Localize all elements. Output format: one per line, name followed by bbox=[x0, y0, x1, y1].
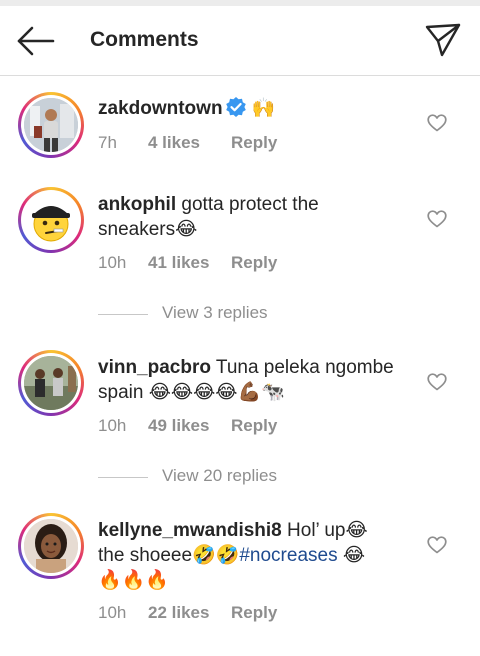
divider bbox=[98, 314, 148, 315]
comment-likes[interactable]: 41 likes bbox=[148, 253, 209, 273]
comment-likes[interactable]: 4 likes bbox=[148, 133, 200, 153]
avatar[interactable] bbox=[18, 513, 84, 579]
avatar[interactable] bbox=[18, 187, 84, 253]
comment-emoji: 🤣🤣 bbox=[192, 544, 240, 566]
hashtag-link[interactable]: #nocreases bbox=[239, 545, 337, 566]
reply-button[interactable]: Reply bbox=[231, 253, 277, 273]
divider bbox=[98, 477, 148, 478]
heart-icon[interactable] bbox=[427, 536, 447, 554]
comment-emoji: 😂 bbox=[345, 519, 368, 541]
comments-header: Comments bbox=[0, 6, 480, 76]
comment-likes[interactable]: 49 likes bbox=[148, 416, 209, 436]
view-replies-label[interactable]: View 20 replies bbox=[162, 466, 277, 486]
heart-icon[interactable] bbox=[427, 373, 447, 391]
comment-username[interactable]: kellyne_mwandishi8 bbox=[98, 520, 282, 541]
comment-username[interactable]: ankophil bbox=[98, 194, 176, 215]
comment-emoji: 😂😂😂😂💪🏾🐄 bbox=[148, 381, 285, 403]
reply-button[interactable]: Reply bbox=[231, 133, 277, 153]
fire-emoji: 🔥🔥🔥 bbox=[98, 569, 169, 591]
heart-icon[interactable] bbox=[427, 210, 447, 228]
comment-emoji: 😂 bbox=[342, 544, 366, 566]
page-title: Comments bbox=[90, 28, 199, 51]
heart-icon[interactable] bbox=[427, 114, 447, 132]
comment-timestamp: 10h bbox=[98, 603, 127, 622]
comment-text: Hol’ up bbox=[287, 520, 346, 541]
comment-emoji: 😂 bbox=[175, 218, 198, 240]
reply-button[interactable]: Reply bbox=[231, 603, 277, 623]
view-replies-label[interactable]: View 3 replies bbox=[162, 303, 268, 323]
comment-emoji: 🙌 bbox=[251, 97, 276, 119]
comment-text: the shoeee bbox=[98, 545, 193, 566]
paper-plane-icon[interactable] bbox=[424, 22, 462, 58]
avatar[interactable] bbox=[18, 92, 84, 158]
reply-button[interactable]: Reply bbox=[231, 416, 277, 436]
comment-likes[interactable]: 22 likes bbox=[148, 603, 209, 623]
comment-username[interactable]: zakdowntown bbox=[98, 98, 223, 119]
comment-username[interactable]: vinn_pacbro bbox=[98, 357, 211, 378]
comment-timestamp: 7h bbox=[98, 133, 117, 152]
comment-timestamp: 10h bbox=[98, 416, 127, 435]
verified-badge-icon bbox=[225, 97, 246, 117]
comment-timestamp: 10h bbox=[98, 253, 127, 272]
avatar[interactable] bbox=[18, 350, 84, 416]
arrow-left-icon[interactable] bbox=[16, 26, 56, 56]
